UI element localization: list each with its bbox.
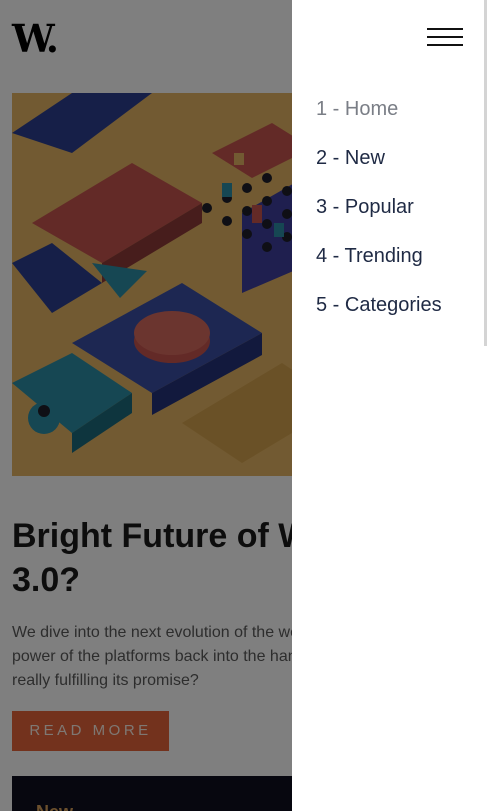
page: W. bbox=[0, 0, 487, 811]
navigation-menu-panel: 1 - Home 2 - New 3 - Popular 4 - Trendin… bbox=[292, 0, 487, 811]
hamburger-line-middle bbox=[427, 36, 463, 38]
menu-item-trending[interactable]: 4 - Trending bbox=[316, 243, 442, 292]
menu-item-home[interactable]: 1 - Home bbox=[316, 96, 442, 145]
menu-list: 1 - Home 2 - New 3 - Popular 4 - Trendin… bbox=[316, 96, 442, 341]
menu-item-new[interactable]: 2 - New bbox=[316, 145, 442, 194]
hamburger-line-bottom bbox=[427, 44, 463, 46]
hamburger-menu-icon[interactable] bbox=[427, 28, 463, 46]
menu-item-categories[interactable]: 5 - Categories bbox=[316, 292, 442, 341]
hamburger-line-top bbox=[427, 28, 463, 30]
menu-item-popular[interactable]: 3 - Popular bbox=[316, 194, 442, 243]
